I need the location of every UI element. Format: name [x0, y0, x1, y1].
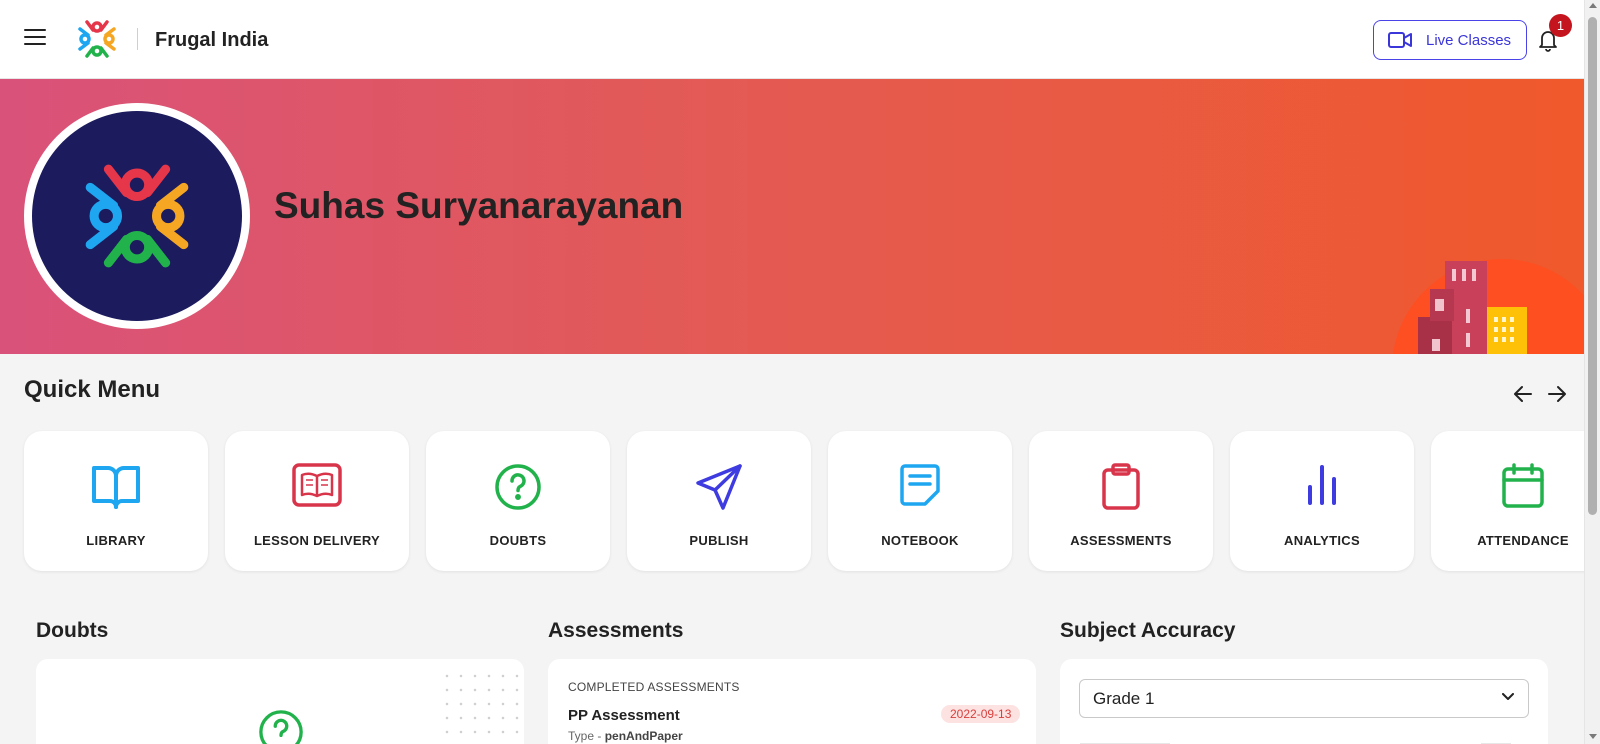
dot-pattern — [440, 669, 520, 744]
quick-menu-attendance[interactable]: ATTENDANCE — [1431, 431, 1600, 571]
send-icon — [696, 464, 742, 510]
brand-divider — [137, 28, 138, 50]
quick-menu-title: Quick Menu — [24, 376, 161, 403]
subject-accuracy-title: Subject Accuracy — [1060, 619, 1236, 642]
quick-menu-notebook[interactable]: NOTEBOOK — [828, 431, 1012, 571]
completed-assessments-label: COMPLETED ASSESSMENTS — [568, 680, 740, 694]
brand-logo[interactable] — [72, 14, 122, 64]
avatar-logo-icon — [85, 164, 189, 268]
assessments-title: Assessments — [548, 619, 684, 642]
assessment-type: Type - penAndPaper — [568, 729, 683, 743]
live-classes-button[interactable]: Live Classes — [1373, 20, 1527, 60]
assessment-name[interactable]: PP Assessment — [568, 707, 680, 724]
notification-badge: 1 — [1549, 14, 1572, 37]
quick-menu-lesson-delivery[interactable]: LESSON DELIVERY — [225, 431, 409, 571]
assessment-type-prefix: Type - — [568, 729, 605, 743]
scroll-thumb[interactable] — [1588, 17, 1597, 515]
lesson-book-icon — [292, 463, 342, 507]
chevron-down-icon — [1502, 693, 1514, 700]
question-circle-icon — [259, 710, 303, 744]
video-camera-icon — [1388, 32, 1412, 48]
assessment-type-value: penAndPaper — [604, 729, 683, 743]
live-classes-label: Live Classes — [1426, 31, 1512, 49]
quick-menu-doubts[interactable]: DOUBTS — [426, 431, 610, 571]
arrow-left-icon[interactable] — [1511, 382, 1535, 406]
quick-menu-label: PUBLISH — [689, 533, 749, 548]
profile-banner: Suhas Suryanarayanan — [0, 79, 1584, 354]
quick-menu-library[interactable]: LIBRARY — [24, 431, 208, 571]
quick-menu-publish[interactable]: PUBLISH — [627, 431, 811, 571]
doubts-title: Doubts — [36, 619, 109, 642]
brand-name: Frugal India — [155, 29, 269, 51]
grade-select[interactable]: Grade 1 — [1079, 679, 1529, 718]
quick-menu-label: ANALYTICS — [1284, 533, 1360, 548]
calendar-icon — [1502, 463, 1544, 508]
user-name: Suhas Suryanarayanan — [274, 185, 684, 226]
subject-accuracy-panel: Grade 1 — [1060, 659, 1548, 744]
arrow-right-icon[interactable] — [1545, 382, 1569, 406]
quick-menu-label: LESSON DELIVERY — [253, 533, 381, 548]
grade-select-value: Grade 1 — [1093, 689, 1155, 708]
question-circle-icon — [495, 464, 541, 510]
quick-menu-label: ATTENDANCE — [1477, 533, 1569, 548]
quick-menu-label: LIBRARY — [86, 533, 146, 548]
quick-menu-label: ASSESSMENTS — [1070, 533, 1172, 548]
notebook-icon — [900, 464, 940, 506]
assessment-date-badge: 2022-09-13 — [941, 705, 1021, 723]
page-scrollbar[interactable] — [1584, 0, 1600, 744]
quick-menu-label: NOTEBOOK — [881, 533, 959, 548]
avatar-ring — [24, 103, 250, 329]
clipboard-icon — [1102, 463, 1140, 510]
doubts-panel — [36, 659, 524, 744]
book-open-icon — [92, 466, 140, 509]
scroll-down-arrow-icon[interactable] — [1589, 734, 1597, 739]
quick-menu-label: DOUBTS — [489, 533, 547, 548]
scroll-up-arrow-icon[interactable] — [1589, 3, 1597, 8]
avatar[interactable] — [32, 111, 242, 321]
hamburger-menu-icon[interactable] — [24, 29, 46, 47]
top-header: Frugal India Live Classes 1 — [0, 0, 1584, 79]
quick-menu-assessments[interactable]: ASSESSMENTS — [1029, 431, 1213, 571]
quick-menu-analytics[interactable]: ANALYTICS — [1230, 431, 1414, 571]
bar-chart-icon — [1308, 465, 1336, 505]
school-building-illustration — [1393, 259, 1584, 354]
assessments-panel: COMPLETED ASSESSMENTS PP Assessment Type… — [548, 659, 1036, 744]
